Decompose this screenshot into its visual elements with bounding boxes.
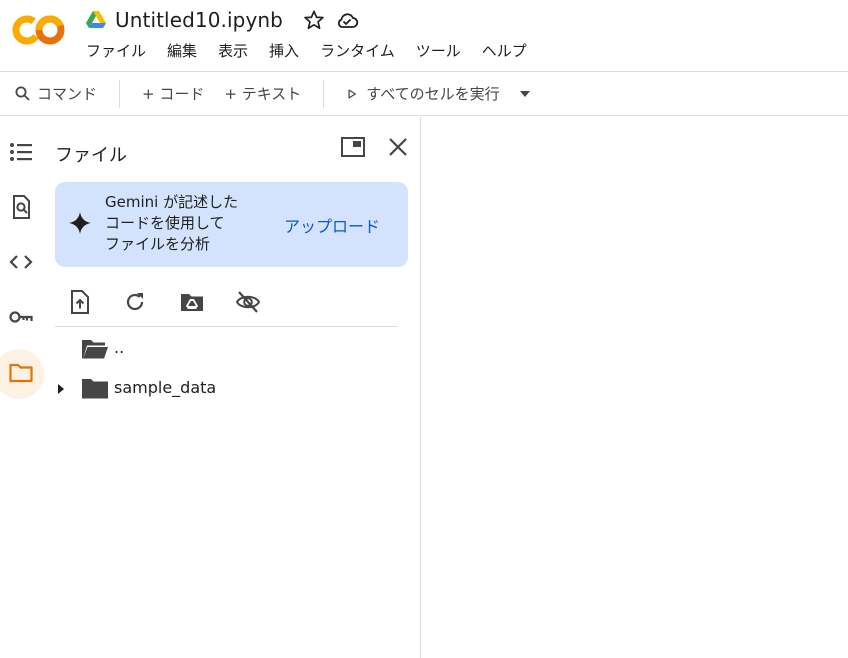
play-icon (348, 88, 357, 99)
file-actions-bar (55, 287, 398, 327)
command-label: コマンド (37, 85, 98, 103)
run-all-label: すべてのセルを実行 (366, 85, 500, 103)
add-text-button[interactable]: + テキスト (224, 83, 301, 104)
notebook-canvas[interactable] (422, 117, 848, 658)
expand-caret-icon[interactable] (55, 383, 67, 395)
toc-icon[interactable] (8, 139, 34, 165)
secrets-key-icon[interactable] (8, 304, 34, 330)
upload-file-icon[interactable] (67, 289, 93, 315)
code-snippets-icon[interactable] (8, 249, 34, 275)
folder-icon (82, 379, 108, 399)
gemini-sparkle-icon (69, 212, 91, 234)
gemini-card-text: Gemini が記述した コードを使用して ファイルを分析 (105, 192, 238, 255)
files-panel-title: ファイル (55, 145, 127, 166)
gemini-analyze-card: Gemini が記述した コードを使用して ファイルを分析 アップロード (55, 182, 408, 267)
file-name: sample_data (114, 378, 217, 397)
toolbar: コマンド + コード + テキスト すべてのセルを実行 (0, 72, 848, 116)
mount-drive-icon[interactable] (179, 289, 205, 315)
menu-bar: ファイル 編集 表示 挿入 ランタイム ツール ヘルプ (86, 40, 548, 61)
find-icon[interactable] (8, 194, 34, 220)
add-text-label: + テキスト (224, 85, 302, 103)
gemini-text-line-3: ファイルを分析 (105, 235, 211, 253)
gemini-upload-button[interactable]: アップロード (284, 213, 380, 237)
add-code-label: + コード (142, 85, 205, 103)
menu-insert[interactable]: 挿入 (269, 40, 299, 61)
colab-logo[interactable] (12, 10, 66, 50)
file-row-sample-data[interactable]: sample_data (55, 372, 395, 406)
menu-edit[interactable]: 編集 (167, 40, 197, 61)
cloud-saved-icon[interactable] (335, 9, 359, 31)
google-drive-icon[interactable] (86, 11, 106, 29)
file-row-parent[interactable]: .. (55, 332, 395, 366)
file-name: .. (114, 338, 125, 357)
menu-file[interactable]: ファイル (86, 40, 146, 61)
header: Untitled10.ipynb ファイル 編集 表示 挿入 ランタイム ツール… (0, 0, 848, 72)
star-icon[interactable] (303, 9, 325, 31)
toolbar-divider (323, 79, 325, 108)
side-rail (0, 117, 44, 658)
gemini-text-line-1: Gemini が記述した (105, 193, 239, 211)
menu-runtime[interactable]: ランタイム (320, 40, 395, 61)
hide-files-icon[interactable] (235, 289, 261, 315)
add-code-button[interactable]: + コード (142, 83, 204, 104)
notebook-title[interactable]: Untitled10.ipynb (115, 8, 283, 32)
gemini-text-line-2: コードを使用して (105, 214, 225, 232)
toolbar-divider (119, 79, 121, 108)
menu-tools[interactable]: ツール (416, 40, 461, 61)
search-icon (15, 86, 30, 101)
menu-help[interactable]: ヘルプ (482, 40, 527, 61)
command-palette-button[interactable]: コマンド (14, 83, 97, 104)
run-options-dropdown-icon[interactable] (518, 87, 532, 101)
run-all-button[interactable]: すべてのセルを実行 (346, 83, 500, 104)
folder-open-icon (82, 340, 108, 359)
open-in-tab-icon[interactable] (340, 134, 366, 160)
close-icon[interactable] (385, 134, 411, 160)
files-panel: ファイル Gemini が記述した コードを使用して ファイルを分析 アップロー… (44, 117, 421, 658)
menu-view[interactable]: 表示 (218, 40, 248, 61)
refresh-icon[interactable] (122, 289, 148, 315)
files-folder-icon[interactable] (8, 360, 34, 386)
